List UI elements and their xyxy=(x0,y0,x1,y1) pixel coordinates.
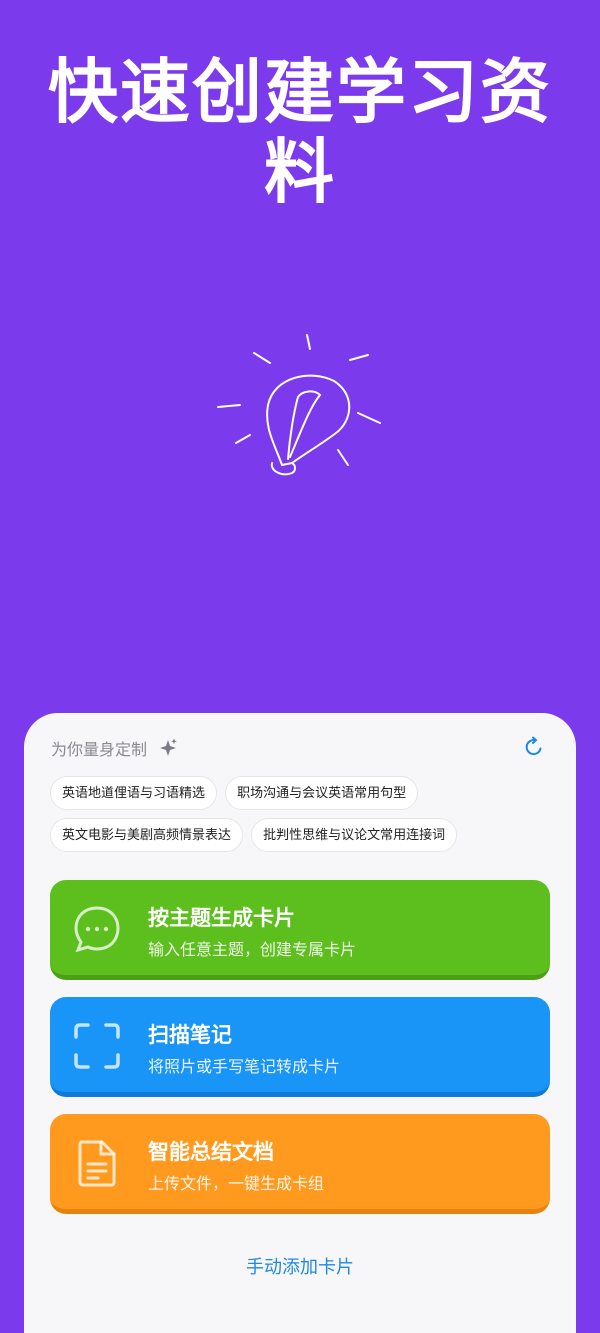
scan-notes-button[interactable]: 扫描笔记 将照片或手写笔记转成卡片 xyxy=(50,997,550,1097)
bottom-sheet: 为你量身定制 英语地道俚语与习语精选 职场沟通与会议英语常用句型 英文电影与美剧… xyxy=(24,713,576,1333)
suggestion-chip[interactable]: 职场沟通与会议英语常用句型 xyxy=(225,776,419,810)
action-title: 智能总结文档 xyxy=(148,1140,274,1164)
scan-frame-icon xyxy=(74,1023,120,1069)
suggestion-chips: 英语地道俚语与习语精选 职场沟通与会议英语常用句型 英文电影与美剧高频情景表达 … xyxy=(50,776,550,860)
generate-by-topic-button[interactable]: 按主题生成卡片 输入任意主题，创建专属卡片 xyxy=(50,880,550,980)
action-subtitle: 将照片或手写笔记转成卡片 xyxy=(148,1057,341,1076)
chat-bubble-icon xyxy=(74,906,120,953)
action-subtitle: 输入任意主题，创建专属卡片 xyxy=(148,940,357,959)
action-title: 按主题生成卡片 xyxy=(148,906,295,930)
summarize-document-button[interactable]: 智能总结文档 上传文件，一键生成卡组 xyxy=(50,1114,550,1214)
manual-add-card-link[interactable]: 手动添加卡片 xyxy=(24,1253,576,1279)
suggestion-chip[interactable]: 英文电影与美剧高频情景表达 xyxy=(50,818,244,852)
sparkle-icon xyxy=(160,738,177,756)
refresh-icon[interactable] xyxy=(522,735,546,759)
action-subtitle: 上传文件，一键生成卡组 xyxy=(148,1174,325,1193)
page-headline: 快速创建学习资料 xyxy=(48,51,552,213)
sheet-header: 为你量身定制 xyxy=(51,735,546,761)
action-title: 扫描笔记 xyxy=(148,1023,232,1047)
suggestion-chip[interactable]: 批判性思维与议论文常用连接词 xyxy=(251,818,458,852)
lightbulb-illustration xyxy=(217,334,381,476)
sheet-title: 为你量身定制 xyxy=(51,740,148,759)
suggestion-chip[interactable]: 英语地道俚语与习语精选 xyxy=(50,776,218,810)
document-icon xyxy=(78,1140,116,1187)
